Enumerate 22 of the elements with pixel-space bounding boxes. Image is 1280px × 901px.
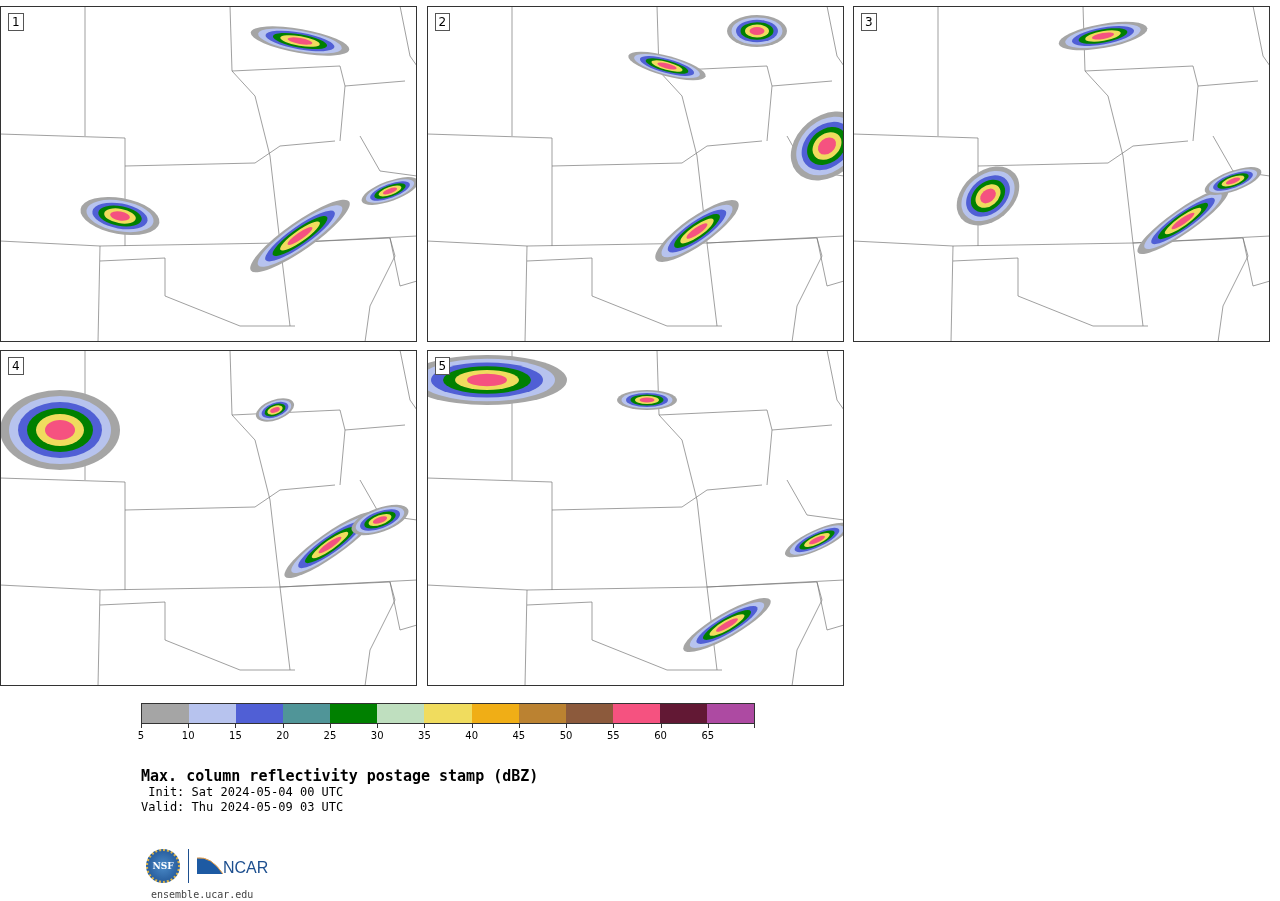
tick-label: 15 [229, 730, 242, 741]
ncar-logo: NCAR [197, 856, 269, 876]
website-url: ensemble.ucar.edu [151, 889, 255, 900]
tick-label: 50 [559, 730, 573, 741]
tick-label: 10 [181, 730, 195, 741]
init-time: Init: Sat 2024-05-04 00 UTC [147, 785, 345, 800]
nsf-logo: NSF [146, 849, 180, 883]
tick-label: 30 [370, 730, 384, 741]
tick-label: 25 [323, 730, 337, 741]
tick-label: 45 [512, 730, 526, 741]
tick-label: 65 [701, 730, 715, 741]
tick-label: 5 [137, 730, 145, 741]
tick-label: 55 [607, 730, 620, 741]
tick-label: 35 [418, 730, 431, 741]
tick-label: 20 [276, 730, 290, 741]
tick-label: 60 [654, 730, 667, 741]
panel-number: 1 [8, 13, 24, 31]
chart-title: Max. column reflectivity postage stamp (dBZ) [141, 767, 540, 785]
valid-time: Valid: Thu 2024-05-09 03 UTC [141, 800, 345, 815]
panel-number: 3 [861, 13, 877, 31]
panel-number: 4 [8, 357, 24, 375]
tick-label: 40 [465, 730, 478, 741]
